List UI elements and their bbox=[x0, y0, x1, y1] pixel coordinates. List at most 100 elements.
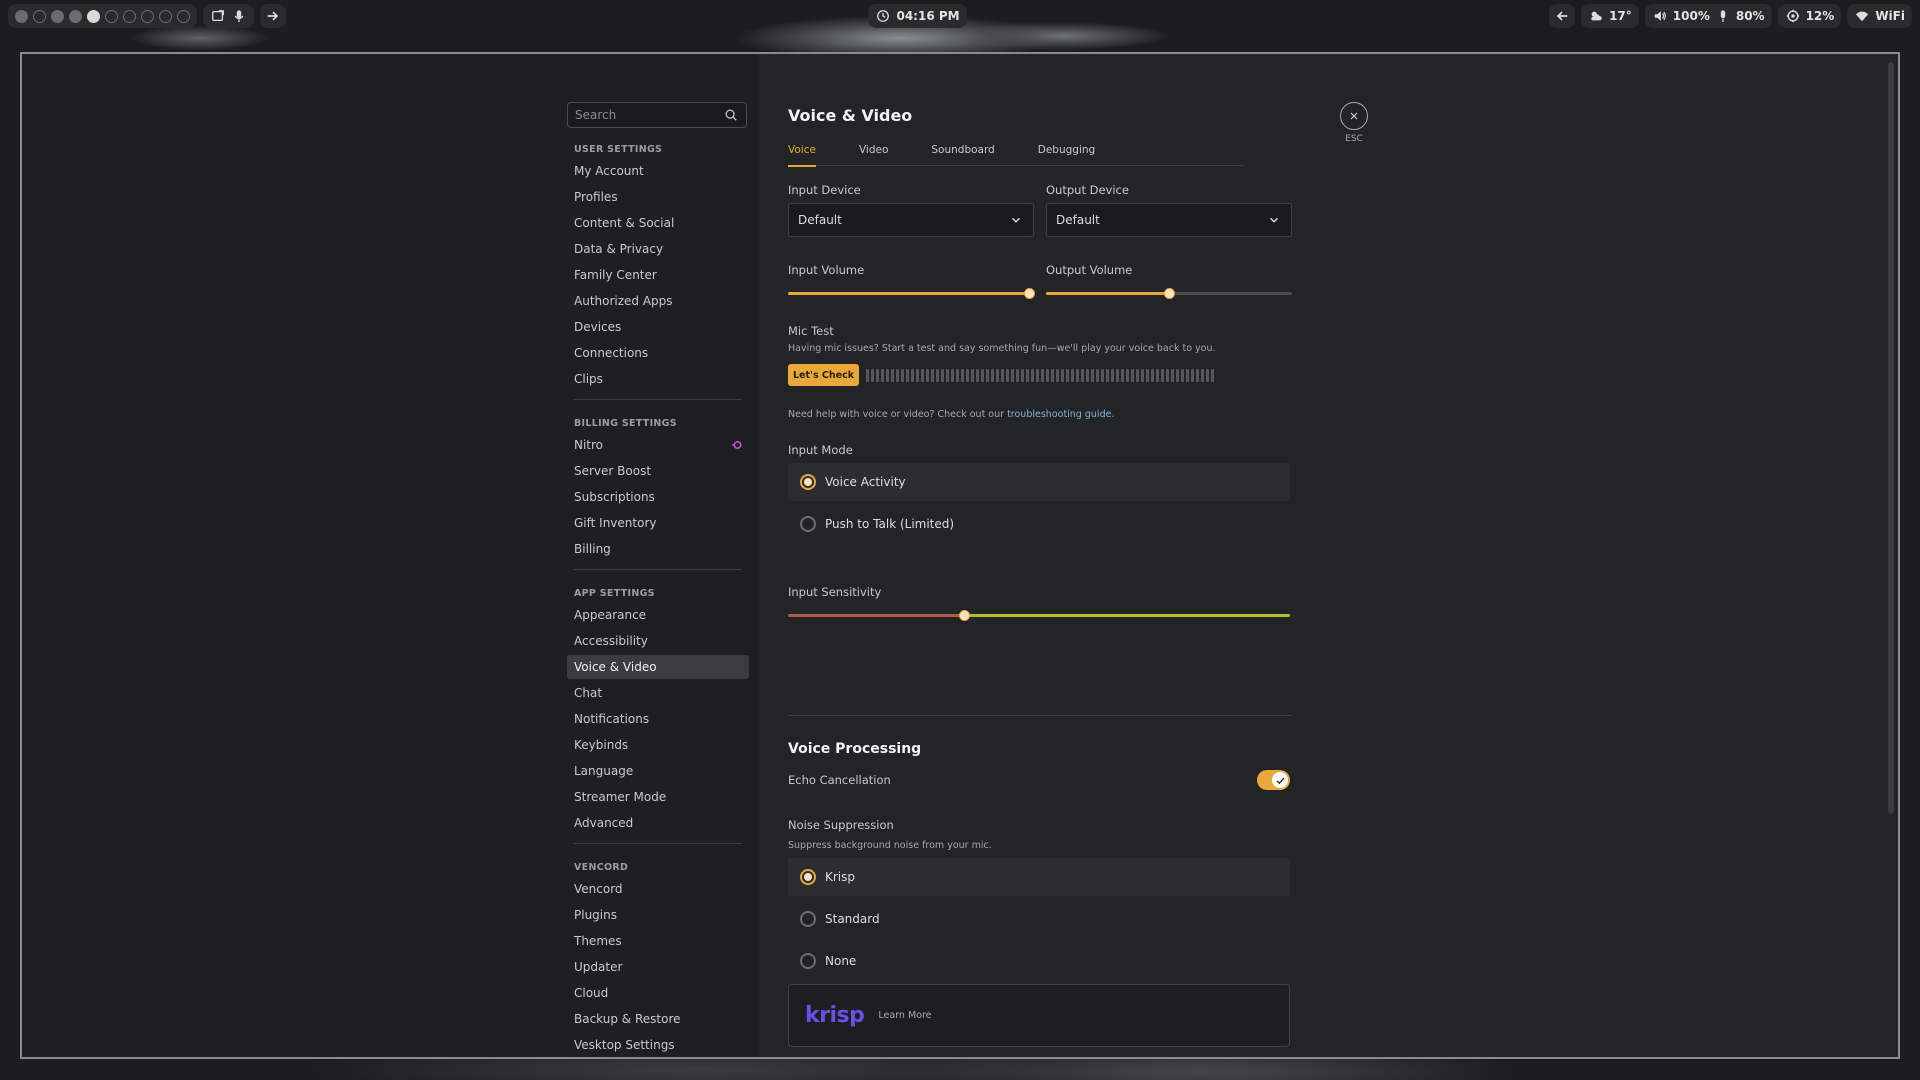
input-device-select[interactable]: Default bbox=[788, 203, 1034, 237]
screenshot-icon[interactable] bbox=[210, 8, 226, 24]
sidebar-item-gift-inventory[interactable]: Gift Inventory bbox=[567, 511, 749, 535]
sidebar-item-label: Devices bbox=[574, 320, 622, 334]
workspace-indicator[interactable] bbox=[87, 9, 100, 23]
workspace-indicator[interactable] bbox=[141, 9, 154, 23]
help-text-prefix: Need help with voice or video? Check out… bbox=[788, 409, 1008, 420]
sidebar-item-themes[interactable]: Themes bbox=[567, 929, 749, 953]
lets-check-button[interactable]: Let's Check bbox=[788, 364, 860, 386]
meter-bar bbox=[921, 368, 925, 382]
sidebar-item-backup-restore[interactable]: Backup & Restore bbox=[567, 1007, 749, 1031]
sidebar-item-keybinds[interactable]: Keybinds bbox=[567, 733, 749, 757]
sidebar-item-plugins[interactable]: Plugins bbox=[567, 903, 749, 927]
sensitivity-handle[interactable] bbox=[958, 610, 970, 621]
sidebar-item-language[interactable]: Language bbox=[567, 759, 749, 783]
meter-bar bbox=[1196, 368, 1200, 382]
tab-debugging[interactable]: Debugging bbox=[1038, 144, 1095, 166]
sidebar-item-appearance[interactable]: Appearance bbox=[567, 603, 749, 627]
sidebar-item-connections[interactable]: Connections bbox=[567, 341, 749, 365]
sidebar-item-label: Server Boost bbox=[574, 464, 652, 478]
workspace-indicator[interactable] bbox=[177, 9, 190, 23]
search-icon bbox=[723, 107, 739, 123]
meter-bar bbox=[1151, 368, 1155, 382]
noise-option-standard[interactable]: Standard bbox=[788, 900, 1290, 938]
microphone-icon[interactable] bbox=[231, 8, 247, 24]
settings-tabs: Voice Video Soundboard Debugging bbox=[788, 144, 1244, 167]
sidebar-item-devices[interactable]: Devices bbox=[567, 315, 749, 339]
weather-widget[interactable]: 17° bbox=[1581, 4, 1639, 28]
close-button[interactable] bbox=[1340, 102, 1368, 130]
sensitivity-track-low bbox=[788, 614, 964, 617]
page-title: Voice & Video bbox=[788, 105, 913, 125]
mic-test-description: Having mic issues? Start a test and say … bbox=[788, 343, 1216, 354]
workspace-indicator[interactable] bbox=[159, 9, 172, 23]
sidebar-item-streamer-mode[interactable]: Streamer Mode bbox=[567, 785, 749, 809]
meter-bar bbox=[1171, 368, 1175, 382]
sidebar-item-chat[interactable]: Chat bbox=[567, 681, 749, 705]
sidebar-item-label: Connections bbox=[574, 346, 649, 360]
tab-voice[interactable]: Voice bbox=[788, 144, 816, 167]
meter-bar bbox=[946, 368, 950, 382]
tab-video[interactable]: Video bbox=[859, 144, 888, 166]
output-device-select[interactable]: Default bbox=[1046, 203, 1292, 237]
radio-label: None bbox=[825, 954, 857, 968]
workspace-indicator[interactable] bbox=[15, 9, 28, 23]
workspace-indicator[interactable] bbox=[33, 9, 46, 23]
output-volume-slider[interactable] bbox=[1046, 286, 1292, 300]
sidebar-item-label: Cloud bbox=[574, 986, 609, 1000]
workspace-indicator[interactable] bbox=[51, 9, 64, 23]
sidebar-item-advanced[interactable]: Advanced bbox=[567, 811, 749, 835]
sidebar-item-updater[interactable]: Updater bbox=[567, 955, 749, 979]
sidebar-item-notifications[interactable]: Notifications bbox=[567, 707, 749, 731]
back-button[interactable] bbox=[1549, 4, 1576, 28]
sidebar-item-billing[interactable]: Billing bbox=[567, 537, 749, 561]
workspace-indicator[interactable] bbox=[69, 9, 82, 23]
sidebar-item-clips[interactable]: Clips bbox=[567, 367, 749, 391]
sidebar-item-voice-video[interactable]: Voice & Video bbox=[567, 655, 749, 679]
slider-handle[interactable] bbox=[1024, 288, 1036, 299]
noise-option-krisp[interactable]: Krisp bbox=[788, 858, 1290, 896]
sidebar-item-vencord[interactable]: Vencord bbox=[567, 877, 749, 901]
sidebar-item-authorized-apps[interactable]: Authorized Apps bbox=[567, 289, 749, 313]
sidebar-item-subscriptions[interactable]: Subscriptions bbox=[567, 485, 749, 509]
input-mode-label: Input Mode bbox=[788, 443, 853, 457]
tab-soundboard[interactable]: Soundboard bbox=[931, 144, 994, 166]
sidebar-item-accessibility[interactable]: Accessibility bbox=[567, 629, 749, 653]
sidebar-item-data-privacy[interactable]: Data & Privacy bbox=[567, 237, 749, 261]
input-sensitivity-slider[interactable] bbox=[788, 608, 1290, 622]
radio-button[interactable] bbox=[800, 869, 816, 885]
forward-button[interactable] bbox=[260, 4, 286, 28]
network-widget[interactable]: WiFi bbox=[1847, 4, 1912, 28]
cpu-widget[interactable]: 12% bbox=[1777, 4, 1842, 28]
sidebar-item-family-center[interactable]: Family Center bbox=[567, 263, 749, 287]
radio-button[interactable] bbox=[800, 911, 816, 927]
slider-handle[interactable] bbox=[1164, 288, 1175, 299]
sidebar-item-nitro[interactable]: Nitro bbox=[567, 433, 749, 457]
meter-bar bbox=[1176, 368, 1180, 382]
radio-button[interactable] bbox=[800, 953, 816, 969]
sidebar-item-vesktop-settings[interactable]: Vesktop Settings bbox=[567, 1033, 749, 1057]
echo-cancellation-toggle[interactable] bbox=[1257, 770, 1290, 790]
sidebar-item-profiles[interactable]: Profiles bbox=[567, 185, 749, 209]
clock[interactable]: 04:16 PM bbox=[868, 4, 967, 28]
meter-bar bbox=[1156, 368, 1160, 382]
input-mode-option-push-to-talk-limited[interactable]: Push to Talk (Limited) bbox=[788, 505, 1290, 543]
workspace-indicator[interactable] bbox=[105, 9, 118, 23]
workspace-indicator[interactable] bbox=[123, 9, 136, 23]
sidebar-item-label: Billing bbox=[574, 542, 611, 556]
sidebar-item-content-social[interactable]: Content & Social bbox=[567, 211, 749, 235]
learn-more-link[interactable]: Learn More bbox=[878, 1010, 931, 1021]
troubleshooting-link[interactable]: troubleshooting guide. bbox=[1007, 409, 1114, 420]
sidebar-item-cloud[interactable]: Cloud bbox=[567, 981, 749, 1005]
radio-button[interactable] bbox=[800, 516, 816, 532]
audio-widget[interactable]: 100% 80% bbox=[1644, 4, 1772, 28]
settings-window: Search USER SETTINGS My Account Profiles Co… bbox=[20, 52, 1900, 1059]
voice-video-settings: Voice & Video Voice Video Soundboard Debugg… bbox=[788, 102, 1292, 1047]
scrollbar[interactable] bbox=[1888, 62, 1894, 814]
input-volume-slider[interactable] bbox=[788, 286, 1036, 300]
sidebar-item-server-boost[interactable]: Server Boost bbox=[567, 459, 749, 483]
radio-button[interactable] bbox=[800, 474, 816, 490]
noise-option-none[interactable]: None bbox=[788, 942, 1290, 980]
input-mode-option-voice-activity[interactable]: Voice Activity bbox=[788, 463, 1290, 501]
sidebar-item-my-account[interactable]: My Account bbox=[567, 159, 749, 183]
search-input[interactable]: Search bbox=[567, 102, 747, 128]
